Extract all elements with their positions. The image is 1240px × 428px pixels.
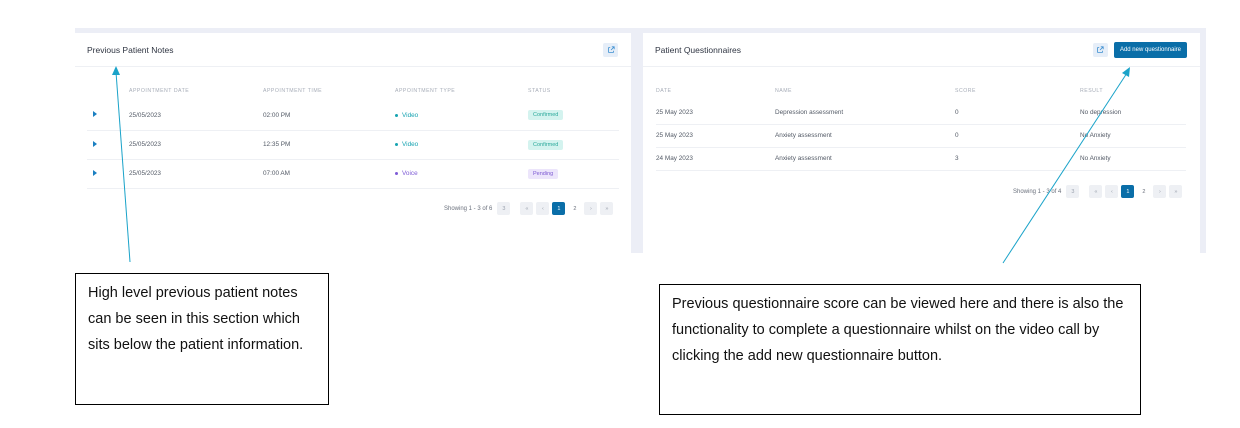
right-callout-arrow: [1002, 72, 1128, 264]
left-arrowhead-icon: [112, 66, 120, 75]
right-arrowhead-icon: [1122, 67, 1130, 77]
left-callout-arrow: [115, 71, 131, 263]
annotation-questionnaire-callout: Previous questionnaire score can be view…: [659, 284, 1141, 415]
annotation-notes-callout: High level previous patient notes can be…: [75, 273, 329, 405]
